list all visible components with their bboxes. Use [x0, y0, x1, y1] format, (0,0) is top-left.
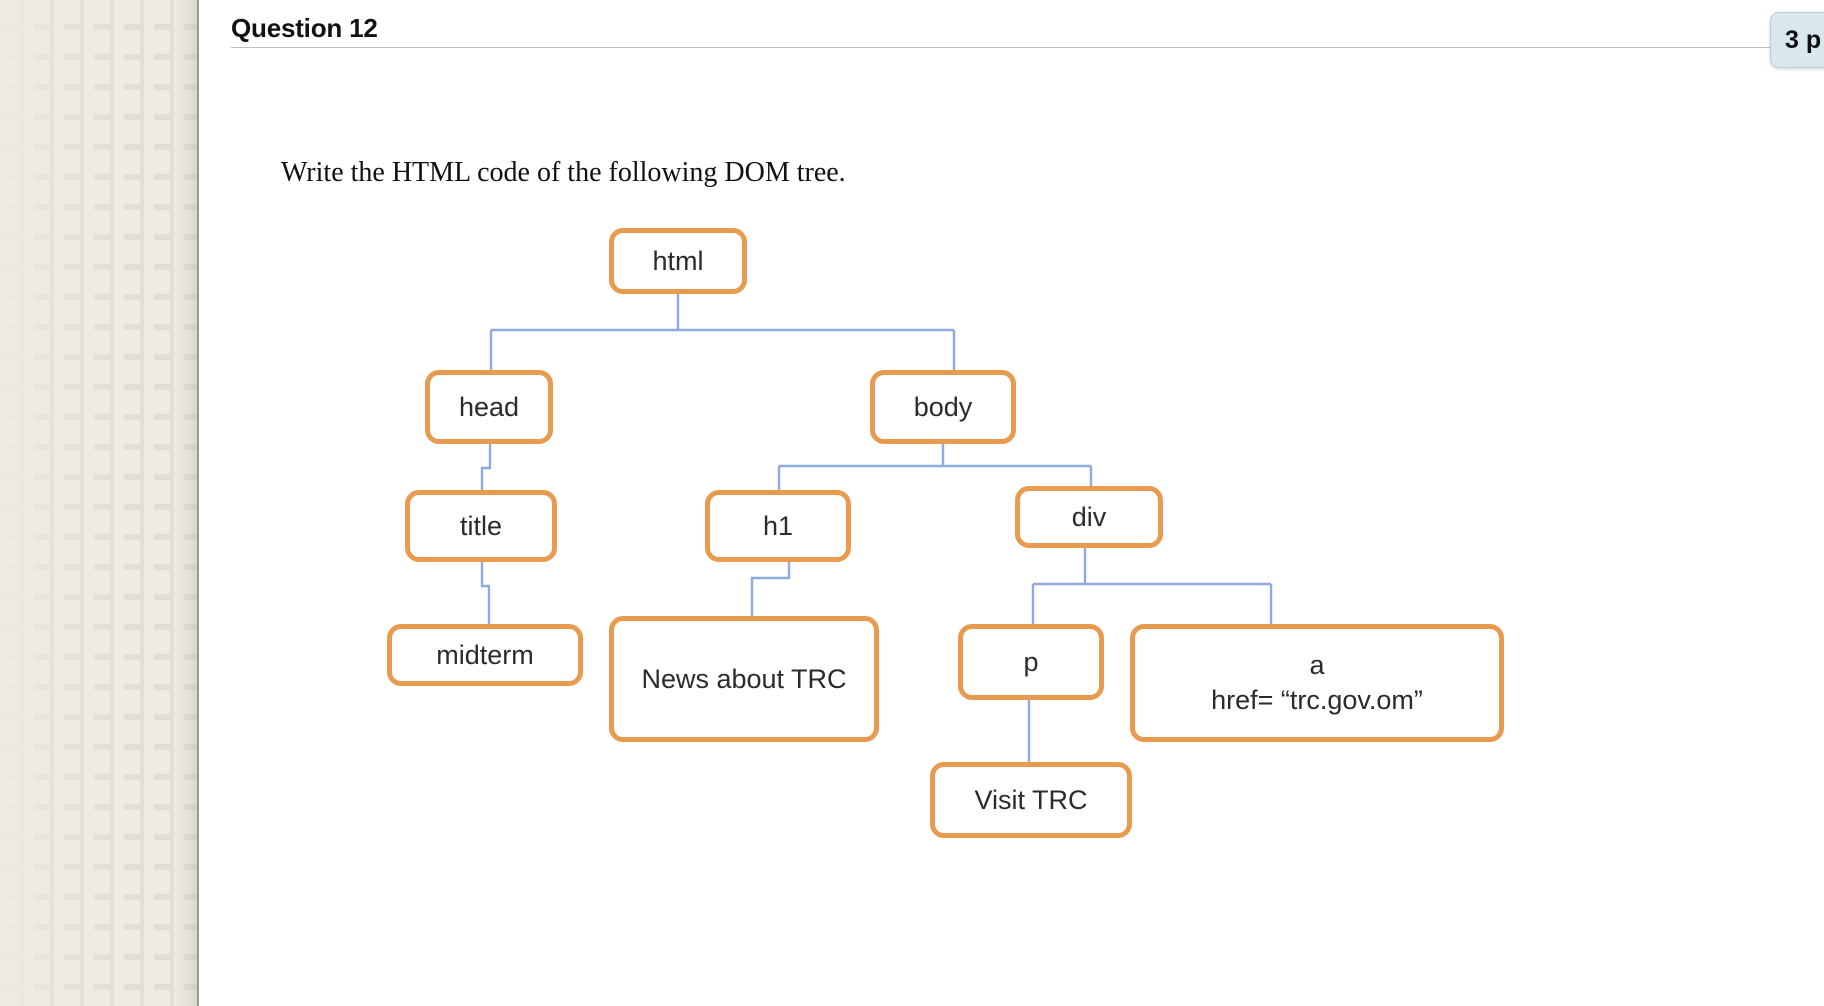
tree-node-p: p	[958, 624, 1104, 700]
tree-node-title: title	[405, 490, 557, 562]
left-decorative-sidebar	[0, 0, 199, 1006]
tree-node-label: head	[458, 391, 520, 422]
tree-node-label: News about TRC	[641, 663, 847, 694]
tree-node-html: html	[609, 228, 747, 294]
tree-node-midterm: midterm	[387, 624, 583, 686]
tree-node-label: body	[913, 391, 973, 422]
tree-node-div: div	[1015, 486, 1163, 548]
tree-node-label: h1	[762, 510, 794, 541]
tree-node-label: title	[459, 510, 503, 541]
tree-node-label-secondary: href= “trc.gov.om”	[1211, 685, 1423, 715]
main-content: Question 12 3 p Write the HTML code of t…	[201, 0, 1824, 1006]
tree-node-label: p	[1023, 646, 1039, 677]
tree-node-label: html	[652, 245, 704, 276]
cross-pattern-texture	[0, 0, 197, 1006]
tree-node-body: body	[870, 370, 1016, 444]
tree-node-label: midterm	[436, 639, 534, 670]
tree-node-news-about-trc: News about TRC	[609, 616, 879, 742]
tree-node-head: head	[425, 370, 553, 444]
tree-node-label: a	[1309, 650, 1325, 681]
tree-node-visit-trc: Visit TRC	[930, 762, 1132, 838]
tree-node-label: div	[1071, 501, 1107, 532]
tree-node-anchor: a href= “trc.gov.om”	[1130, 624, 1504, 742]
dom-tree-diagram: html head body title h1 div midterm News…	[201, 0, 1824, 1006]
tree-node-h1: h1	[705, 490, 851, 562]
tree-node-label: Visit TRC	[974, 784, 1088, 815]
